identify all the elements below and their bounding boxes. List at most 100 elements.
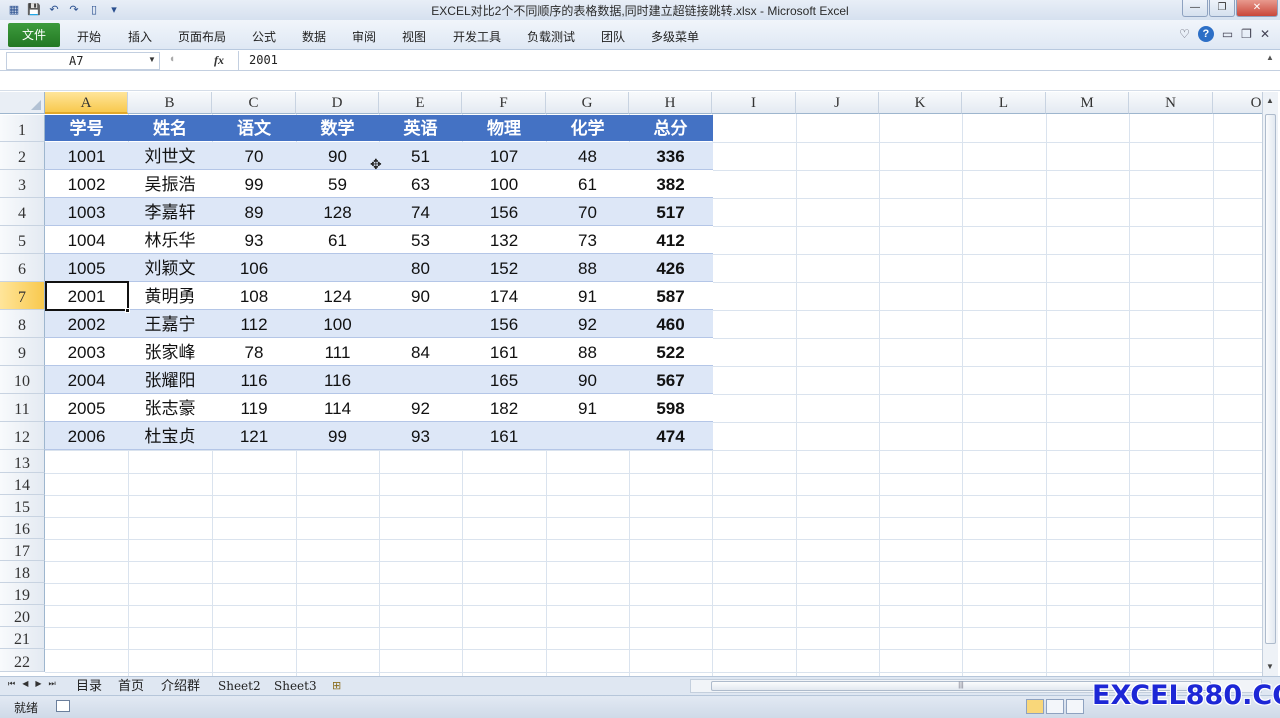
active-cell-border[interactable] bbox=[45, 281, 129, 311]
table-cell[interactable]: 460 bbox=[629, 310, 712, 338]
column-header-n[interactable]: N bbox=[1129, 92, 1213, 114]
column-header-m[interactable]: M bbox=[1046, 92, 1129, 114]
table-cell[interactable]: 73 bbox=[546, 226, 629, 254]
table-cell[interactable]: 92 bbox=[379, 394, 462, 422]
table-cell[interactable]: 88 bbox=[546, 254, 629, 282]
table-cell[interactable]: 598 bbox=[629, 394, 712, 422]
table-header-cell[interactable]: 姓名 bbox=[128, 115, 212, 142]
table-cell[interactable]: 张志豪 bbox=[128, 394, 212, 422]
prev-sheet-icon[interactable]: ◀ bbox=[22, 679, 28, 689]
table-cell[interactable]: 382 bbox=[629, 170, 712, 198]
table-cell[interactable]: 165 bbox=[462, 366, 546, 394]
table-cell[interactable]: 70 bbox=[546, 198, 629, 226]
insert-function-icon[interactable]: fx bbox=[214, 53, 224, 68]
table-cell[interactable]: 88 bbox=[546, 338, 629, 366]
table-cell[interactable]: 107 bbox=[462, 142, 546, 170]
row-header-2[interactable]: 2 bbox=[0, 142, 45, 170]
table-cell[interactable]: 王嘉宁 bbox=[128, 310, 212, 338]
table-cell[interactable]: 412 bbox=[629, 226, 712, 254]
formula-bar-expand-icon[interactable]: ▲ bbox=[1264, 53, 1276, 69]
table-cell[interactable]: 100 bbox=[462, 170, 546, 198]
row-header-7[interactable]: 7 bbox=[0, 282, 45, 310]
sheet-tab-catalog[interactable]: 目录 bbox=[73, 677, 105, 695]
formula-input[interactable]: 2001 bbox=[238, 51, 1260, 70]
table-header-cell[interactable]: 总分 bbox=[629, 115, 712, 142]
row-header-18[interactable]: 18 bbox=[0, 561, 45, 583]
table-cell[interactable]: 517 bbox=[629, 198, 712, 226]
tab-developer[interactable]: 开发工具 bbox=[453, 28, 501, 45]
table-cell[interactable]: 黄明勇 bbox=[128, 282, 212, 310]
table-cell[interactable] bbox=[379, 366, 462, 394]
row-header-9[interactable]: 9 bbox=[0, 338, 45, 366]
tab-view[interactable]: 视图 bbox=[402, 28, 426, 45]
table-cell[interactable]: 99 bbox=[212, 170, 296, 198]
scroll-up-icon[interactable]: ▲ bbox=[1266, 96, 1274, 105]
table-header-cell[interactable]: 化学 bbox=[546, 115, 629, 142]
tab-data[interactable]: 数据 bbox=[302, 28, 326, 45]
table-cell[interactable]: 116 bbox=[212, 366, 296, 394]
table-cell[interactable]: 474 bbox=[629, 422, 712, 450]
tab-team[interactable]: 团队 bbox=[601, 28, 625, 45]
sheet-tab-intro-group[interactable]: 介绍群 bbox=[158, 677, 203, 695]
table-cell[interactable]: 91 bbox=[546, 282, 629, 310]
row-header-14[interactable]: 14 bbox=[0, 473, 45, 495]
column-header-b[interactable]: B bbox=[128, 92, 212, 114]
table-cell[interactable]: 84 bbox=[379, 338, 462, 366]
table-cell[interactable]: 121 bbox=[212, 422, 296, 450]
table-cell[interactable]: 587 bbox=[629, 282, 712, 310]
row-header-21[interactable]: 21 bbox=[0, 627, 45, 649]
table-cell[interactable]: 2003 bbox=[45, 338, 128, 366]
help-icon[interactable]: ? bbox=[1197, 26, 1214, 42]
restore-icon[interactable]: ❐ bbox=[1209, 0, 1235, 17]
table-cell[interactable]: 100 bbox=[296, 310, 379, 338]
table-cell[interactable]: 182 bbox=[462, 394, 546, 422]
tab-insert[interactable]: 插入 bbox=[128, 28, 152, 45]
table-cell[interactable]: 59 bbox=[296, 170, 379, 198]
name-box-dropdown-icon[interactable]: ▼ bbox=[148, 55, 156, 64]
table-cell[interactable]: 1004 bbox=[45, 226, 128, 254]
table-cell[interactable]: 174 bbox=[462, 282, 546, 310]
column-header-l[interactable]: L bbox=[962, 92, 1046, 114]
column-header-a[interactable]: A bbox=[45, 92, 128, 114]
table-cell[interactable]: 2005 bbox=[45, 394, 128, 422]
table-cell[interactable]: 156 bbox=[462, 310, 546, 338]
tab-home[interactable]: 开始 bbox=[77, 28, 101, 45]
workbook-minimize-icon[interactable]: ▭ bbox=[1222, 27, 1233, 41]
row-header-13[interactable]: 13 bbox=[0, 450, 45, 473]
table-cell[interactable]: 张耀阳 bbox=[128, 366, 212, 394]
spreadsheet-grid[interactable]: ABCDEFGHIJKLMNO 1 2 3 4 5 6 7 8 9 10 11 12 13 14 15 16 1… bbox=[0, 92, 1262, 676]
table-cell[interactable]: 张家峰 bbox=[128, 338, 212, 366]
name-box[interactable]: A7 bbox=[6, 52, 160, 70]
first-sheet-icon[interactable]: ⏮ bbox=[8, 679, 15, 689]
table-cell[interactable]: 90 bbox=[379, 282, 462, 310]
sheet-tab-home[interactable]: 首页 bbox=[115, 677, 147, 695]
insert-sheet-icon[interactable]: ⊞ bbox=[332, 679, 341, 692]
table-cell[interactable]: 92 bbox=[546, 310, 629, 338]
table-cell[interactable]: 426 bbox=[629, 254, 712, 282]
row-header-20[interactable]: 20 bbox=[0, 605, 45, 627]
table-cell[interactable]: 108 bbox=[212, 282, 296, 310]
table-cell[interactable]: 1005 bbox=[45, 254, 128, 282]
table-cell[interactable]: 522 bbox=[629, 338, 712, 366]
table-cell[interactable]: 70 bbox=[212, 142, 296, 170]
table-cell[interactable]: 刘世文 bbox=[128, 142, 212, 170]
workbook-restore-icon[interactable]: ❐ bbox=[1241, 27, 1252, 41]
table-cell[interactable]: 1001 bbox=[45, 142, 128, 170]
minimize-ribbon-icon[interactable]: ♡ bbox=[1179, 27, 1190, 41]
vertical-scroll-thumb[interactable] bbox=[1265, 114, 1276, 644]
table-cell[interactable]: 116 bbox=[296, 366, 379, 394]
table-cell[interactable] bbox=[296, 254, 379, 282]
tab-formulas[interactable]: 公式 bbox=[252, 28, 276, 45]
table-cell[interactable]: 2004 bbox=[45, 366, 128, 394]
table-cell[interactable]: 90 bbox=[546, 366, 629, 394]
row-header-8[interactable]: 8 bbox=[0, 310, 45, 338]
table-header-cell[interactable]: 语文 bbox=[212, 115, 296, 142]
table-cell[interactable]: 2006 bbox=[45, 422, 128, 450]
table-cell[interactable]: 161 bbox=[462, 338, 546, 366]
column-header-e[interactable]: E bbox=[379, 92, 462, 114]
column-header-h[interactable]: H bbox=[629, 92, 712, 114]
row-header-12[interactable]: 12 bbox=[0, 422, 45, 450]
table-cell[interactable]: 128 bbox=[296, 198, 379, 226]
row-header-3[interactable]: 3 bbox=[0, 170, 45, 198]
row-header-11[interactable]: 11 bbox=[0, 394, 45, 422]
